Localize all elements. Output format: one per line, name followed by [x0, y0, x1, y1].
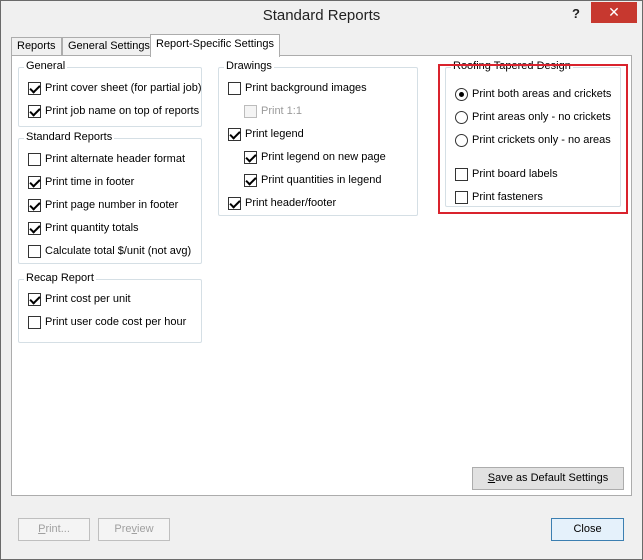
option-label: Print alternate header format	[45, 153, 186, 165]
checkbox[interactable]	[244, 173, 257, 187]
option-print-legend-new-page[interactable]: Print legend on new page	[244, 149, 386, 165]
checkbox[interactable]	[28, 292, 41, 306]
option-print-background-images[interactable]: Print background images	[228, 80, 367, 96]
option-print-cost-per-unit[interactable]: Print cost per unit	[28, 291, 131, 307]
option-print-time-in-footer[interactable]: Print time in footer	[28, 174, 134, 190]
preview-label-start: Pre	[114, 523, 132, 535]
preview-button[interactable]: Preview	[98, 518, 170, 541]
checkbox[interactable]	[28, 104, 41, 118]
save-default-accel: S	[487, 472, 496, 484]
save-as-default-settings-button[interactable]: Save as Default Settings	[472, 467, 624, 490]
checkbox[interactable]	[28, 198, 41, 212]
option-print-quantity-totals[interactable]: Print quantity totals	[28, 220, 139, 236]
option-label: Print background images	[245, 82, 367, 94]
group-recap-report-label: Recap Report	[24, 272, 96, 284]
checkbox[interactable]	[28, 244, 41, 258]
checkbox[interactable]	[28, 315, 41, 329]
option-label: Print job name on top of reports	[45, 105, 200, 117]
group-drawings-label: Drawings	[224, 60, 274, 72]
checkbox[interactable]	[28, 175, 41, 189]
checkbox[interactable]	[28, 221, 41, 235]
group-recap-report: Recap Report Print cost per unit Print u…	[18, 272, 202, 343]
title-bar: Standard Reports ? ✕	[1, 1, 642, 31]
checkbox[interactable]	[28, 152, 41, 166]
checkbox[interactable]	[28, 81, 41, 95]
option-label: Print user code cost per hour	[45, 316, 187, 328]
option-label: Print 1:1	[261, 105, 302, 117]
tab-reports[interactable]: Reports	[11, 37, 62, 56]
option-print-alternate-header[interactable]: Print alternate header format	[28, 151, 185, 167]
option-print-1-1: Print 1:1	[244, 103, 302, 119]
option-label: Print quantity totals	[45, 222, 139, 234]
checkbox[interactable]	[228, 81, 241, 95]
group-drawings: Drawings Print background images Print 1…	[218, 60, 418, 216]
tab-general-settings[interactable]: General Settings	[62, 37, 156, 56]
standard-reports-dialog: Standard Reports ? ✕ Reports General Set…	[0, 0, 643, 560]
window-close-button[interactable]: ✕	[591, 2, 637, 23]
preview-label-end: iew	[137, 523, 154, 535]
option-print-job-name[interactable]: Print job name on top of reports	[28, 103, 199, 119]
option-label: Print header/footer	[245, 197, 337, 209]
print-label: rint...	[45, 523, 70, 535]
option-label: Print legend on new page	[261, 151, 386, 163]
option-label: Print cost per unit	[45, 293, 131, 305]
option-print-header-footer[interactable]: Print header/footer	[228, 195, 336, 211]
option-label: Print cover sheet (for partial job)	[45, 82, 202, 94]
save-default-label: ave as Default Settings	[495, 472, 609, 484]
option-label: Print page number in footer	[45, 199, 179, 211]
group-general-label: General	[24, 60, 68, 72]
checkbox	[244, 104, 257, 118]
option-label: Print time in footer	[45, 176, 135, 188]
group-general: General Print cover sheet (for partial j…	[18, 60, 202, 127]
highlight-box	[438, 64, 628, 214]
tab-report-specific-settings[interactable]: Report-Specific Settings	[150, 34, 280, 57]
checkbox[interactable]	[228, 196, 241, 210]
checkbox[interactable]	[244, 150, 257, 164]
option-label: Calculate total $/unit (not avg)	[45, 245, 192, 257]
group-standard-reports-label: Standard Reports	[24, 131, 115, 143]
option-label: Print quantities in legend	[261, 174, 382, 186]
window-title: Standard Reports	[262, 7, 381, 24]
print-button[interactable]: Print...	[18, 518, 90, 541]
option-label: Print legend	[245, 128, 304, 140]
option-calculate-total-per-unit[interactable]: Calculate total $/unit (not avg)	[28, 243, 191, 259]
option-print-page-number[interactable]: Print page number in footer	[28, 197, 178, 213]
option-print-cover-sheet[interactable]: Print cover sheet (for partial job)	[28, 80, 202, 96]
close-button[interactable]: Close	[551, 518, 624, 541]
option-print-user-code-cost[interactable]: Print user code cost per hour	[28, 314, 186, 330]
option-print-legend[interactable]: Print legend	[228, 126, 304, 142]
option-print-quantities-in-legend[interactable]: Print quantities in legend	[244, 172, 381, 188]
help-button[interactable]: ?	[567, 6, 585, 24]
group-standard-reports: Standard Reports Print alternate header …	[18, 131, 202, 264]
checkbox[interactable]	[228, 127, 241, 141]
